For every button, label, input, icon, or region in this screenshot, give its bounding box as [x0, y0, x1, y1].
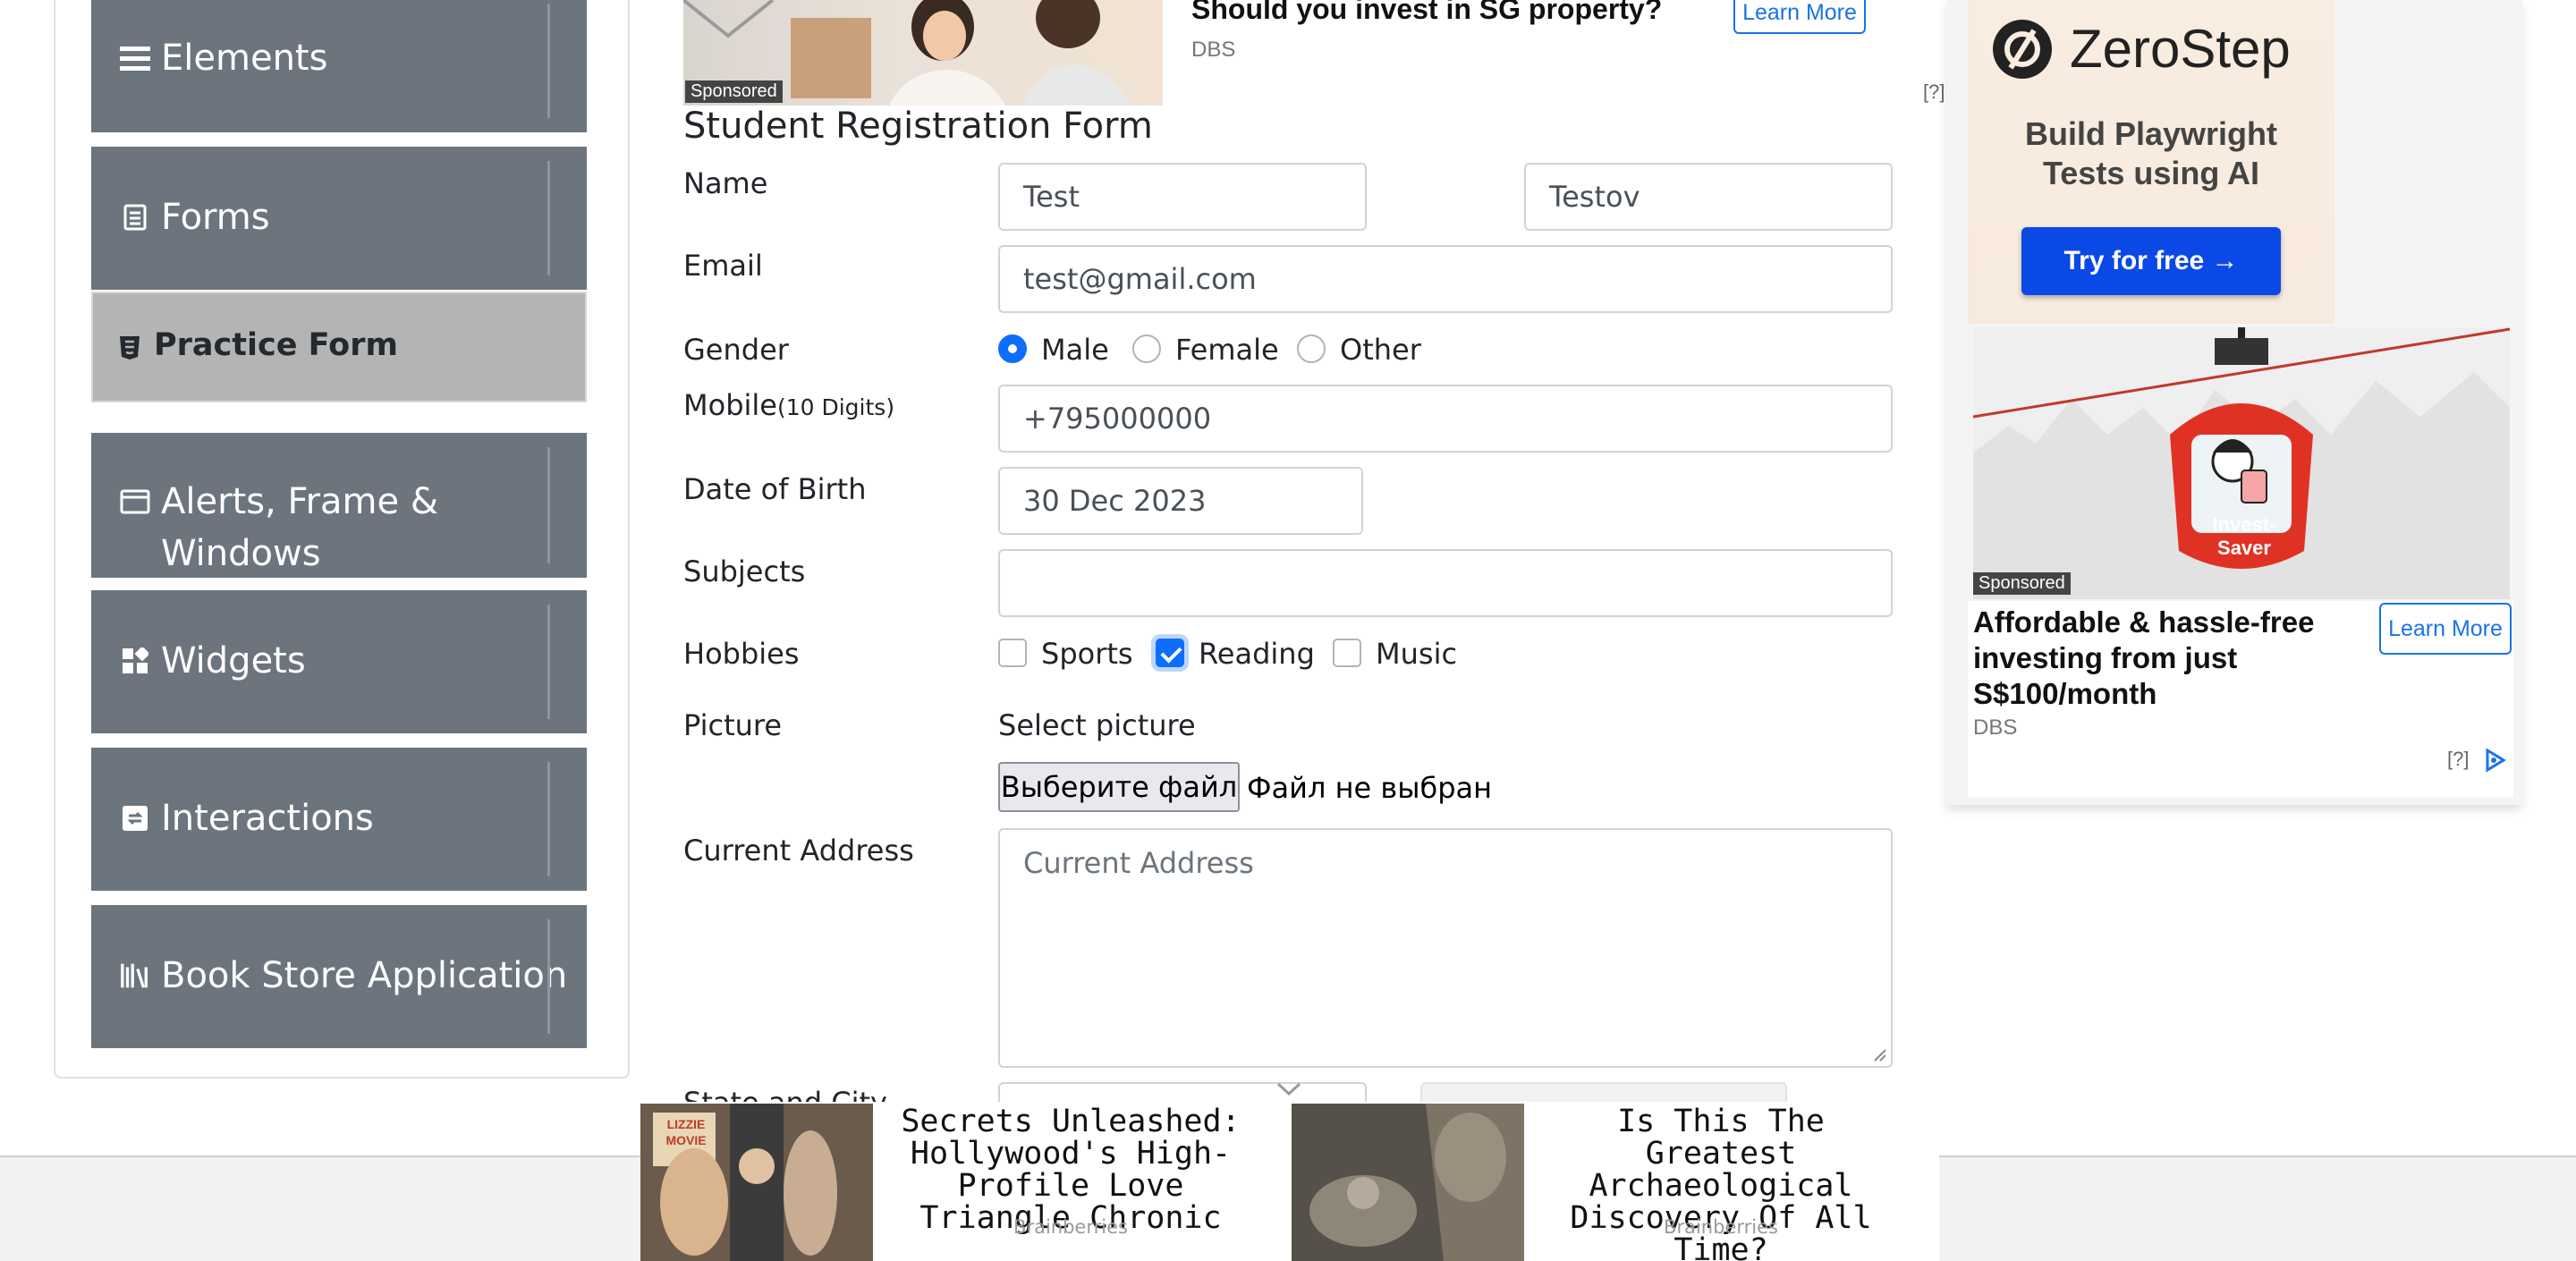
- mobile-label: Mobile(10 Digits): [683, 388, 894, 422]
- upload-arrow-icon[interactable]: [626, 200, 660, 238]
- html5-icon: [118, 334, 141, 361]
- divider: [547, 447, 550, 563]
- form-title: Student Registration Form: [683, 106, 1153, 147]
- bottom-ad-1-source: Brainberries: [1013, 1216, 1128, 1238]
- hamburger-icon: [120, 43, 150, 73]
- sidebar-group-widgets[interactable]: Widgets: [91, 590, 656, 733]
- current-address-label: Current Address: [683, 834, 914, 867]
- hobby-sports-label[interactable]: Sports: [1041, 637, 1133, 671]
- sidebar-group-book-store[interactable]: Book Store Application: [91, 905, 656, 1048]
- gender-other-label[interactable]: Other: [1340, 333, 1421, 367]
- last-name-input[interactable]: Testov: [1524, 163, 1893, 231]
- interactions-icon: [120, 803, 150, 834]
- gender-female-radio[interactable]: [1132, 334, 1161, 363]
- widgets-icon: [120, 646, 150, 676]
- sidebar-group-label: Book Store Application: [161, 955, 568, 996]
- bottom-ad-2-thumbnail[interactable]: [1292, 1104, 1524, 1261]
- dbs-invest-ad-text[interactable]: Affordable & hassle-free investing from …: [1968, 601, 2513, 798]
- zerostep-tagline: Build Playwright Tests using AI: [2024, 115, 2278, 191]
- bottom-ad-2-source: Brainberries: [1664, 1216, 1778, 1238]
- divider: [547, 919, 550, 1034]
- hobby-reading-label[interactable]: Reading: [1199, 637, 1315, 671]
- subjects-label: Subjects: [683, 554, 806, 588]
- divider: [547, 605, 550, 719]
- sidebar-group-label: Widgets: [161, 640, 306, 681]
- sidebar-group-label: Elements: [161, 38, 328, 79]
- adchoices-icon[interactable]: [2483, 748, 2508, 773]
- zerostep-ad[interactable]: ZeroStep Build Playwright Tests using AI…: [1968, 0, 2334, 324]
- dob-label: Date of Birth: [683, 472, 867, 506]
- sponsored-label: Sponsored: [685, 80, 783, 103]
- sidebar-item-practice-form[interactable]: Practice Form: [91, 292, 587, 402]
- date-of-birth-input[interactable]: 30 Dec 2023: [998, 467, 1363, 535]
- mobile-label-text: Mobile: [683, 388, 777, 422]
- divider: [547, 4, 550, 118]
- download-arrow-icon[interactable]: [626, 803, 660, 841]
- current-address-textarea[interactable]: Current Address: [998, 828, 1893, 1068]
- choose-file-button[interactable]: Выберите файл: [998, 762, 1240, 812]
- sidebar-item-label: Practice Form: [154, 327, 398, 363]
- sidebar-group-elements[interactable]: Elements: [91, 0, 656, 132]
- zerostep-logo-icon: [1993, 20, 2052, 79]
- sidebar-group-alerts[interactable]: Alerts, Frame & Windows: [91, 433, 656, 578]
- file-status-text: Файл не выбран: [1247, 771, 1493, 805]
- top-ad-advertiser: DBS: [1191, 38, 1236, 62]
- hobby-reading-checkbox[interactable]: [1156, 639, 1184, 667]
- bottom-ad-1-thumbnail[interactable]: LIZZIE MOVIE: [640, 1104, 873, 1261]
- divider: [547, 762, 550, 876]
- resize-handle-icon[interactable]: [1871, 1046, 1887, 1062]
- sidebar-group-forms[interactable]: Forms: [91, 147, 656, 290]
- sidebar-group-label: Alerts, Frame &: [161, 481, 439, 522]
- dbs-invest-ad-image[interactable]: Invest-Saver: [1973, 327, 2510, 599]
- download-arrow-icon[interactable]: [626, 488, 660, 526]
- hobby-music-label[interactable]: Music: [1376, 637, 1457, 671]
- email-label: Email: [683, 249, 763, 283]
- zerostep-try-free-button[interactable]: Try for free →: [2021, 227, 2281, 295]
- download-arrow-icon[interactable]: [626, 646, 660, 683]
- zerostep-brand: ZeroStep: [2070, 19, 2291, 79]
- books-icon: [120, 961, 150, 991]
- top-ad-headline[interactable]: Should you invest in SG property?: [1191, 0, 1662, 26]
- download-arrow-icon[interactable]: [626, 43, 660, 80]
- gender-male-label[interactable]: Male: [1041, 333, 1109, 367]
- window-icon: [120, 487, 150, 517]
- bottom-ad-1-headline[interactable]: Secrets Unleashed: Hollywood's High-Prof…: [887, 1105, 1254, 1234]
- current-address-placeholder: Current Address: [1023, 846, 1254, 880]
- sidebar-group-label: Forms: [161, 197, 270, 238]
- sidebar-group-label: Interactions: [161, 798, 374, 839]
- hobby-sports-checkbox[interactable]: [998, 639, 1027, 667]
- sponsored-label: Sponsored: [1973, 572, 2071, 595]
- select-picture-label: Select picture: [998, 708, 1196, 742]
- hobby-music-checkbox[interactable]: [1333, 639, 1361, 667]
- thumbnail-text: LIZZIE MOVIE: [665, 1117, 707, 1147]
- divider: [547, 161, 550, 275]
- form-icon: [120, 202, 150, 233]
- dbs-invest-ad-headline[interactable]: Affordable & hassle-free investing from …: [1973, 605, 2349, 712]
- chevron-down-icon: [1276, 1082, 1301, 1096]
- first-name-input[interactable]: Test: [998, 163, 1367, 231]
- sidebar-group-label-line2: Windows: [161, 533, 321, 574]
- hobbies-label: Hobbies: [683, 637, 800, 671]
- download-arrow-icon[interactable]: [626, 961, 660, 998]
- gender-male-radio[interactable]: [998, 334, 1027, 363]
- subjects-input[interactable]: [998, 549, 1893, 617]
- ad-info-icon[interactable]: [?]: [1923, 80, 1945, 104]
- email-input[interactable]: test@gmail.com: [998, 245, 1893, 313]
- gondola-text: Invest-Saver: [2212, 513, 2276, 559]
- dbs-invest-ad-learn-more-button[interactable]: Learn More: [2379, 603, 2512, 655]
- dbs-invest-ad-advertiser: DBS: [1973, 715, 2018, 740]
- gender-label: Gender: [683, 333, 789, 367]
- sidebar-group-interactions[interactable]: Interactions: [91, 748, 656, 891]
- picture-label: Picture: [683, 708, 783, 742]
- mobile-hint: (10 Digits): [776, 394, 895, 420]
- mobile-input[interactable]: +795000000: [998, 385, 1893, 453]
- top-ad-learn-more-button[interactable]: Learn More: [1733, 0, 1866, 34]
- gender-female-label[interactable]: Female: [1175, 333, 1279, 367]
- name-label: Name: [683, 166, 768, 200]
- ad-info-icon[interactable]: [?]: [2447, 748, 2469, 771]
- gender-other-radio[interactable]: [1297, 334, 1326, 363]
